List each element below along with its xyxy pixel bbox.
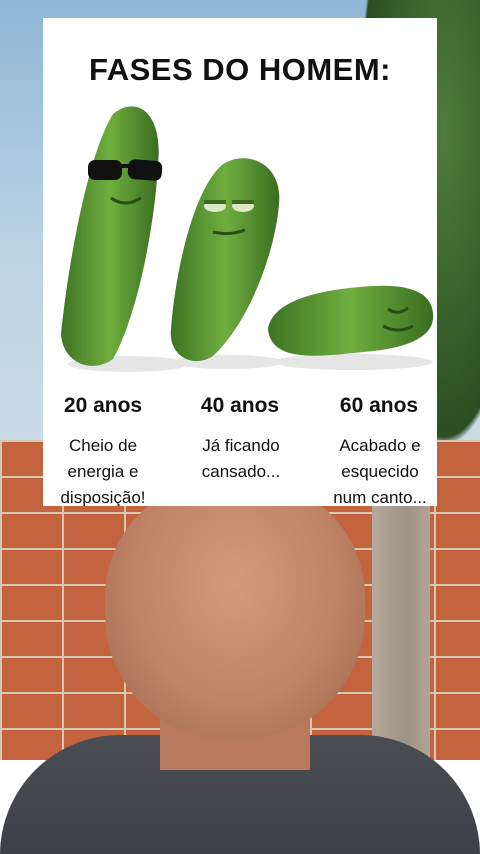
meme-card: FASES DO HOMEM: 20 anos 40 anos 60 anos … [43, 18, 437, 506]
cucumber-middle-aged [170, 158, 280, 362]
sunglasses-icon [88, 160, 122, 180]
person-in-video [0, 480, 480, 854]
age-label-20: 20 anos [63, 394, 143, 417]
cucumber-old [268, 285, 434, 356]
age-label-60: 60 anos [339, 394, 419, 417]
person-face [105, 480, 365, 740]
phase-description-40: Já ficando cansado... [201, 436, 281, 481]
cucumber-young [61, 106, 163, 366]
phase-description-60: Acabado e esquecido num canto... [333, 436, 427, 506]
age-label-40: 40 anos [200, 394, 280, 417]
phase-description-20: Cheio de energia e disposição! [60, 436, 146, 506]
cucumber-illustration [61, 106, 434, 372]
meme-title: FASES DO HOMEM: [88, 52, 391, 87]
